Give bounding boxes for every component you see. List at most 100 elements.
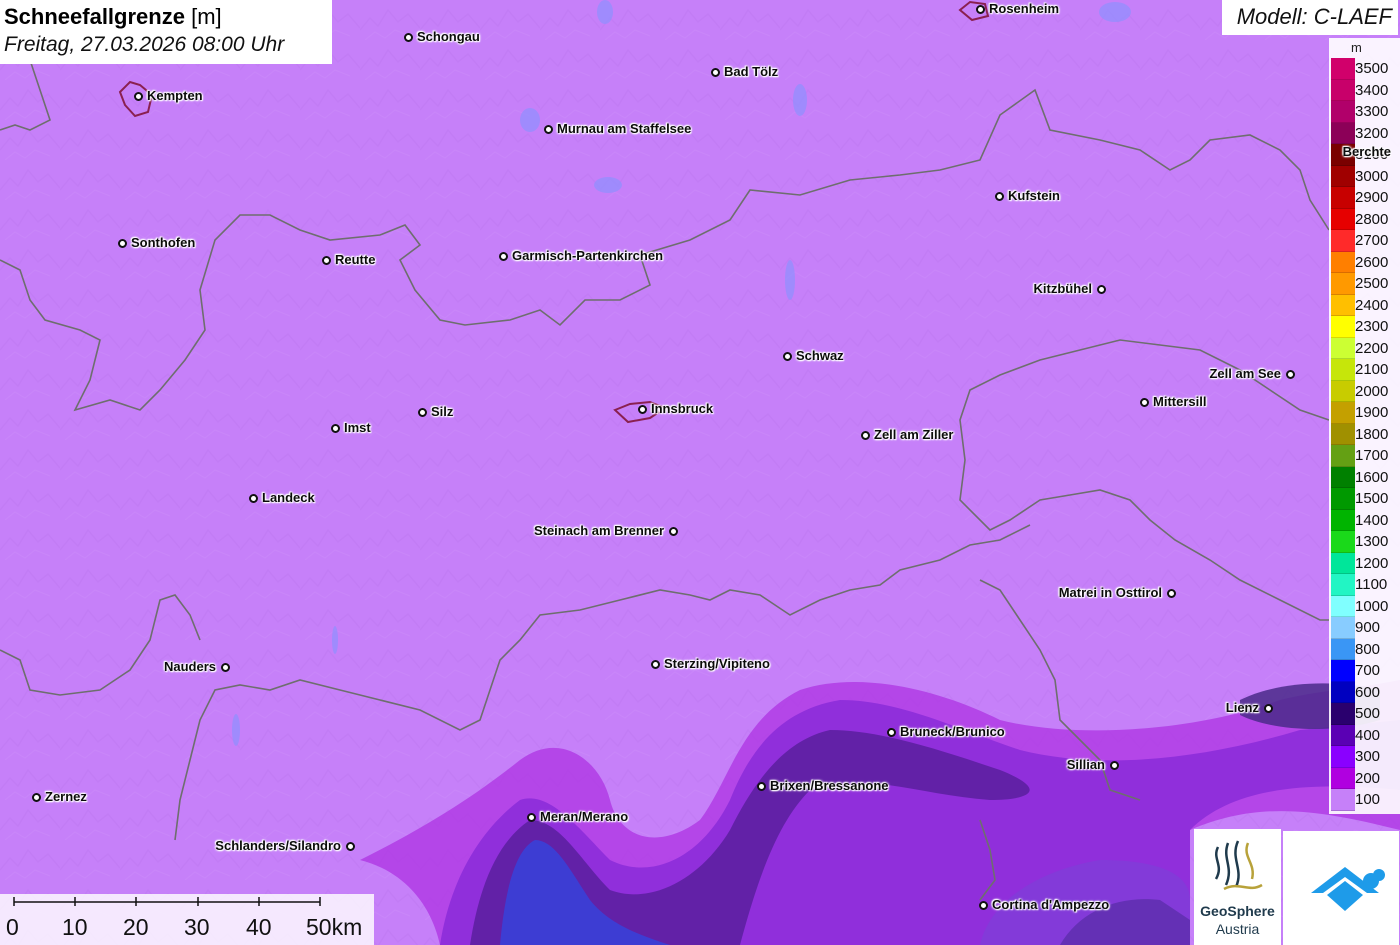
city-dot-steinach-am-brenner[interactable] bbox=[668, 526, 678, 536]
city-dot-reutte[interactable] bbox=[321, 255, 331, 265]
city-label-bruneck-brunico[interactable]: Bruneck/Brunico bbox=[900, 725, 1005, 739]
legend-label-2300: 2300 bbox=[1355, 318, 1389, 335]
legend-label-1500: 1500 bbox=[1355, 490, 1389, 507]
legend-label-1200: 1200 bbox=[1355, 554, 1389, 572]
title-box: Schneefallgrenze [m] Freitag, 27.03.2026… bbox=[0, 0, 332, 64]
scale-label-50km: 50km bbox=[306, 914, 363, 940]
city-dot-imst[interactable] bbox=[330, 423, 340, 433]
city-dot-zernez[interactable] bbox=[31, 792, 41, 802]
city-label-kufstein[interactable]: Kufstein bbox=[1008, 189, 1060, 203]
city-label-schwaz[interactable]: Schwaz bbox=[796, 349, 844, 363]
city-label-landeck[interactable]: Landeck bbox=[262, 491, 315, 505]
city-dot-schongau[interactable] bbox=[403, 32, 413, 42]
legend-label-2900: 2900 bbox=[1355, 189, 1389, 206]
city-label-innsbruck[interactable]: Innsbruck bbox=[651, 402, 713, 416]
city-dot-sterzing-vipiteno[interactable] bbox=[650, 659, 660, 669]
legend-swatch-1600 bbox=[1331, 466, 1355, 488]
legend-swatch-300 bbox=[1331, 746, 1355, 768]
city-dot-kempten[interactable] bbox=[133, 91, 143, 101]
city-dot-matrei-in-osttirol[interactable] bbox=[1166, 588, 1176, 598]
city-label-garmisch-partenkirchen[interactable]: Garmisch-Partenkirchen bbox=[512, 249, 663, 263]
cloud-roof-icon bbox=[1311, 867, 1385, 911]
legend-label-2400: 2400 bbox=[1355, 296, 1389, 314]
city-label-mittersill[interactable]: Mittersill bbox=[1153, 395, 1206, 409]
city-dot-schwaz[interactable] bbox=[782, 351, 792, 361]
legend-label-3000: 3000 bbox=[1355, 167, 1389, 185]
legend-label-3200: 3200 bbox=[1355, 124, 1389, 142]
city-label-meran-merano[interactable]: Meran/Merano bbox=[540, 810, 628, 824]
legend-swatch-2500 bbox=[1331, 273, 1355, 295]
legend-label-400: 400 bbox=[1355, 726, 1381, 744]
legend-label-700: 700 bbox=[1355, 662, 1381, 679]
city-dot-sonthofen[interactable] bbox=[117, 238, 127, 248]
snowfall-limit-map[interactable] bbox=[0, 0, 1400, 945]
city-dot-nauders[interactable] bbox=[220, 662, 230, 672]
city-label-reutte[interactable]: Reutte bbox=[335, 253, 375, 267]
city-dot-garmisch-partenkirchen[interactable] bbox=[498, 251, 508, 261]
legend-swatch-1800 bbox=[1331, 423, 1355, 445]
city-dot-meran-merano[interactable] bbox=[526, 812, 536, 822]
legend-label-600: 600 bbox=[1355, 683, 1381, 701]
city-label-zell-am-see[interactable]: Zell am See bbox=[1209, 367, 1281, 381]
city-label-sonthofen[interactable]: Sonthofen bbox=[131, 236, 195, 250]
scale-label-30: 30 bbox=[184, 914, 210, 940]
city-dot-rosenheim[interactable] bbox=[975, 4, 985, 14]
legend-swatch-1100 bbox=[1331, 574, 1355, 596]
city-dot-landeck[interactable] bbox=[248, 493, 258, 503]
city-label-matrei-in-osttirol[interactable]: Matrei in Osttirol bbox=[1059, 586, 1162, 600]
city-label-zernez[interactable]: Zernez bbox=[45, 790, 87, 804]
city-dot-kufstein[interactable] bbox=[994, 191, 1004, 201]
city-label-imst[interactable]: Imst bbox=[344, 421, 371, 435]
city-dot-innsbruck[interactable] bbox=[637, 404, 647, 414]
city-label-schlanders-silandro[interactable]: Schlanders/Silandro bbox=[215, 839, 341, 853]
city-label-murnau-am-staffelsee[interactable]: Murnau am Staffelsee bbox=[557, 122, 691, 136]
city-label-silz[interactable]: Silz bbox=[431, 405, 453, 419]
legend-label-200: 200 bbox=[1355, 769, 1381, 787]
city-dot-silz[interactable] bbox=[417, 407, 427, 417]
legend-label-300: 300 bbox=[1355, 748, 1381, 765]
title-unit: [m] bbox=[191, 4, 222, 29]
legend-label-2600: 2600 bbox=[1355, 253, 1389, 271]
city-label-schongau[interactable]: Schongau bbox=[417, 30, 480, 44]
city-label-steinach-am-brenner[interactable]: Steinach am Brenner bbox=[534, 524, 664, 538]
city-dot-schlanders-silandro[interactable] bbox=[345, 841, 355, 851]
city-label-brixen-bressanone[interactable]: Brixen/Bressanone bbox=[770, 779, 889, 793]
legend-label-1300: 1300 bbox=[1355, 533, 1389, 550]
city-dot-cortina-d-ampezzo[interactable] bbox=[978, 900, 988, 910]
city-dot-sillian[interactable] bbox=[1109, 760, 1119, 770]
city-label-cortina-d-ampezzo[interactable]: Cortina d'Ampezzo bbox=[992, 898, 1109, 912]
legend-label-900: 900 bbox=[1355, 619, 1381, 636]
legend-swatch-700 bbox=[1331, 660, 1355, 682]
legend-label-2000: 2000 bbox=[1355, 382, 1389, 400]
city-label-zell-am-ziller[interactable]: Zell am Ziller bbox=[874, 428, 953, 442]
scale-label-40: 40 bbox=[246, 914, 272, 940]
city-label-kitzb-hel[interactable]: Kitzbühel bbox=[1034, 282, 1093, 296]
city-dot-murnau-am-staffelsee[interactable] bbox=[543, 124, 553, 134]
city-label-nauders[interactable]: Nauders bbox=[164, 660, 216, 674]
city-label-bad-t-lz[interactable]: Bad Tölz bbox=[724, 65, 778, 79]
city-dot-zell-am-see[interactable] bbox=[1285, 369, 1295, 379]
scale-label-20: 20 bbox=[123, 914, 149, 940]
geosphere-logo[interactable]: GeoSphere Austria bbox=[1194, 829, 1281, 945]
legend-swatch-1500 bbox=[1331, 488, 1355, 510]
city-dot-bad-t-lz[interactable] bbox=[710, 67, 720, 77]
weather-app-logo[interactable] bbox=[1283, 831, 1399, 945]
city-dot-bruneck-brunico[interactable] bbox=[886, 727, 896, 737]
city-dot-lienz[interactable] bbox=[1263, 703, 1273, 713]
city-dot-brixen-bressanone[interactable] bbox=[756, 781, 766, 791]
city-dot-zell-am-ziller[interactable] bbox=[860, 430, 870, 440]
legend-swatch-2700 bbox=[1331, 230, 1355, 252]
city-label-rosenheim[interactable]: Rosenheim bbox=[989, 2, 1059, 16]
legend-unit: m bbox=[1351, 40, 1362, 55]
legend-swatch-3500 bbox=[1331, 58, 1355, 80]
city-label-lienz[interactable]: Lienz bbox=[1226, 701, 1259, 715]
legend-label-2700: 2700 bbox=[1355, 232, 1389, 249]
legend-swatch-100 bbox=[1331, 789, 1355, 811]
city-label-sterzing-vipiteno[interactable]: Sterzing/Vipiteno bbox=[664, 657, 770, 671]
city-dot-kitzb-hel[interactable] bbox=[1096, 284, 1106, 294]
legend-swatch-3200 bbox=[1331, 122, 1355, 144]
city-dot-mittersill[interactable] bbox=[1139, 397, 1149, 407]
city-label-sillian[interactable]: Sillian bbox=[1067, 758, 1105, 772]
city-label-kempten[interactable]: Kempten bbox=[147, 89, 203, 103]
city-label-berchte[interactable]: Berchte bbox=[1343, 145, 1391, 159]
